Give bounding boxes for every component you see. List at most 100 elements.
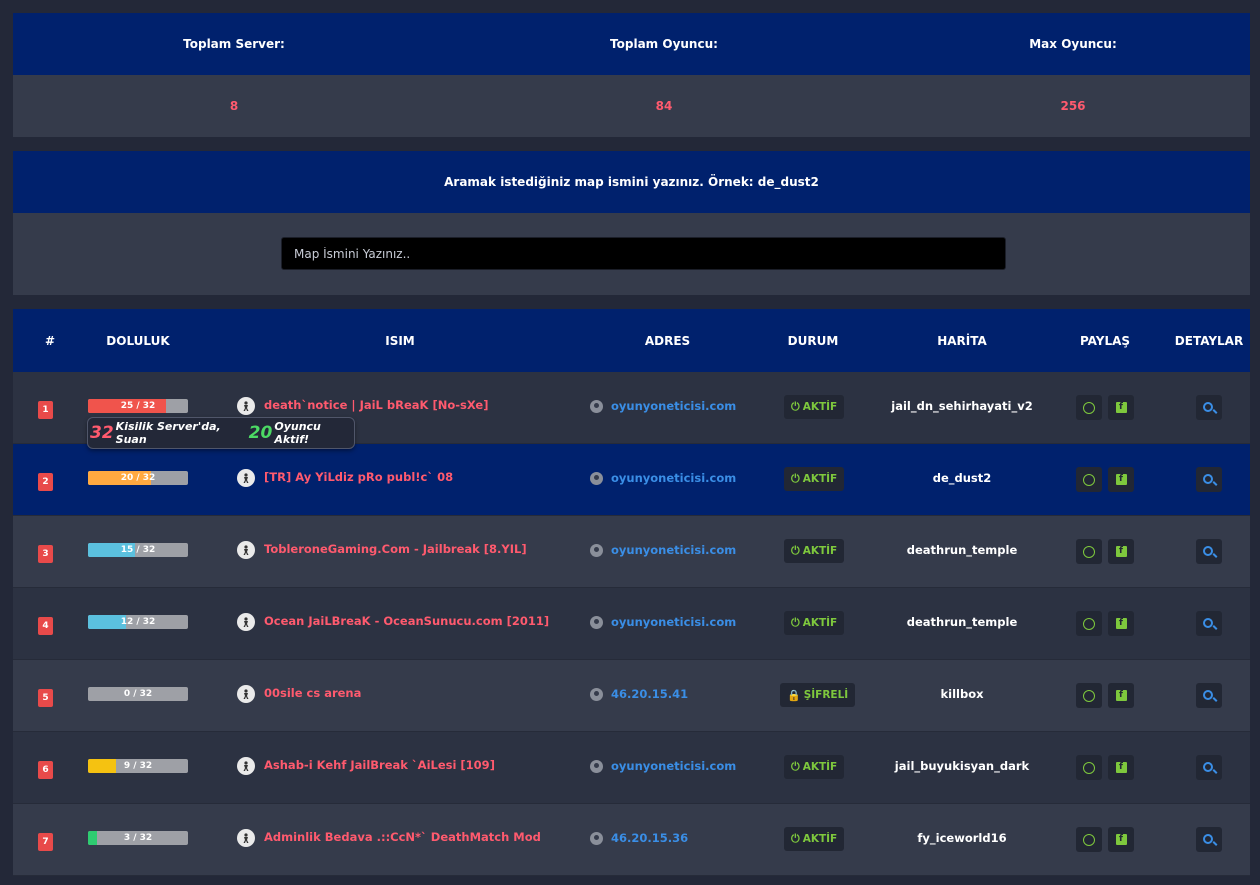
facebook-share-button[interactable]: f [1108, 683, 1134, 708]
status-badge: ⏻ AKTİF [784, 827, 845, 851]
server-address[interactable]: oyunyoneticisi.com [590, 543, 736, 557]
server-row[interactable]: 6 9 / 32 Ashab-i Kehf JailBreak `AiLesi … [13, 732, 1250, 804]
status-text: AKTİF [802, 473, 838, 485]
occupancy-text: 15 / 32 [120, 545, 156, 555]
steam-icon [590, 759, 603, 773]
whatsapp-share-button[interactable] [1076, 395, 1102, 420]
occupancy-bar: 3 / 32 [88, 831, 188, 845]
occupancy-tooltip: 32 Kisilik Server'da, Suan 20 Oyuncu Akt… [87, 417, 355, 449]
occupancy-text: 3 / 32 [123, 833, 153, 843]
server-row[interactable]: 3 15 / 32 TobleroneGaming.Com - Jailbrea… [13, 516, 1250, 588]
details-button[interactable] [1196, 827, 1222, 852]
steam-icon [590, 615, 603, 629]
cs-game-icon [237, 829, 255, 847]
search-icon [1203, 617, 1213, 628]
status-badge: ⏻ AKTİF [784, 755, 845, 779]
col-details: DETAYLAR [1174, 333, 1244, 348]
facebook-share-button[interactable]: f [1108, 539, 1134, 564]
server-address[interactable]: oyunyoneticisi.com [590, 471, 736, 485]
facebook-icon: f [1115, 402, 1127, 413]
power-icon: ⏻ [791, 400, 800, 413]
col-rank: # [44, 333, 56, 348]
map-search-input[interactable] [281, 237, 1006, 270]
status-text: ŞİFRELİ [803, 689, 849, 701]
server-address-link[interactable]: 46.20.15.36 [611, 831, 688, 845]
server-row[interactable]: 2 20 / 32 [TR] Ay YiLdiz pRo publ!c` 08 … [13, 444, 1250, 516]
whatsapp-icon [1083, 689, 1095, 702]
occupancy-text: 20 / 32 [120, 473, 156, 483]
whatsapp-share-button[interactable] [1076, 539, 1102, 564]
search-panel [13, 213, 1250, 295]
whatsapp-icon [1083, 833, 1095, 846]
cs-game-icon [237, 397, 255, 415]
details-button[interactable] [1196, 611, 1222, 636]
facebook-share-button[interactable]: f [1108, 827, 1134, 852]
power-icon: ⏻ [791, 616, 800, 629]
server-row[interactable]: 4 12 / 32 Ocean JaiLBreaK - OceanSunucu.… [13, 588, 1250, 660]
rank-badge: 4 [38, 617, 53, 635]
details-button[interactable] [1196, 467, 1222, 492]
col-address: ADRES [644, 333, 691, 348]
status-badge: 🔒 ŞİFRELİ [780, 683, 856, 707]
map-name: killbox [940, 687, 984, 701]
rank-badge: 3 [38, 545, 53, 563]
whatsapp-icon [1083, 473, 1095, 486]
server-name-link[interactable]: Ashab-i Kehf JailBreak `AiLesi [109] [264, 758, 495, 772]
status-badge: ⏻ AKTİF [784, 611, 845, 635]
col-name: ISIM [385, 333, 415, 348]
cs-game-icon [237, 613, 255, 631]
server-address-link[interactable]: oyunyoneticisi.com [611, 759, 736, 773]
server-name-link[interactable]: death`notice | JaiL bReaK [No-sXe] [264, 398, 488, 412]
search-icon [1203, 761, 1213, 772]
details-button[interactable] [1196, 539, 1222, 564]
server-address-link[interactable]: oyunyoneticisi.com [611, 471, 736, 485]
server-address[interactable]: 46.20.15.41 [590, 687, 688, 701]
server-address[interactable]: oyunyoneticisi.com [590, 615, 736, 629]
server-row[interactable]: 5 0 / 32 00sile cs arena 46.20.15.41 🔒 Ş… [13, 660, 1250, 732]
facebook-icon: f [1115, 474, 1127, 485]
tooltip-current-players: 20 [248, 423, 273, 443]
power-icon: ⏻ [791, 760, 800, 773]
server-name-link[interactable]: TobleroneGaming.Com - Jailbreak [8.YIL] [264, 542, 527, 556]
whatsapp-share-button[interactable] [1076, 467, 1102, 492]
whatsapp-share-button[interactable] [1076, 611, 1102, 636]
stat-value-max-players: 256 [1060, 99, 1086, 113]
facebook-share-button[interactable]: f [1108, 755, 1134, 780]
server-address[interactable]: oyunyoneticisi.com [590, 759, 736, 773]
server-address-link[interactable]: oyunyoneticisi.com [611, 615, 736, 629]
whatsapp-icon [1083, 617, 1095, 630]
status-badge: ⏻ AKTİF [784, 395, 845, 419]
lock-icon: 🔒 [787, 688, 801, 702]
server-address[interactable]: 46.20.15.36 [590, 831, 688, 845]
facebook-share-button[interactable]: f [1108, 467, 1134, 492]
steam-icon [590, 399, 603, 413]
facebook-icon: f [1115, 690, 1127, 701]
occupancy-bar: 25 / 32 [88, 399, 188, 413]
server-name-link[interactable]: Ocean JaiLBreaK - OceanSunucu.com [2011] [264, 614, 549, 628]
steam-icon [590, 831, 603, 845]
whatsapp-share-button[interactable] [1076, 683, 1102, 708]
server-row[interactable]: 7 3 / 32 Adminlik Bedava .::CcN*` DeathM… [13, 804, 1250, 876]
status-text: AKTİF [802, 833, 838, 845]
facebook-share-button[interactable]: f [1108, 395, 1134, 420]
facebook-icon: f [1115, 546, 1127, 557]
details-button[interactable] [1196, 683, 1222, 708]
server-address-link[interactable]: oyunyoneticisi.com [611, 543, 736, 557]
power-icon: ⏻ [791, 544, 800, 557]
stat-value-total-players: 84 [655, 99, 673, 113]
whatsapp-share-button[interactable] [1076, 827, 1102, 852]
server-address[interactable]: oyunyoneticisi.com [590, 399, 736, 413]
server-name-link[interactable]: [TR] Ay YiLdiz pRo publ!c` 08 [264, 470, 453, 484]
server-address-link[interactable]: oyunyoneticisi.com [611, 399, 736, 413]
occupancy-bar: 0 / 32 [88, 687, 188, 701]
server-name-link[interactable]: 00sile cs arena [264, 686, 361, 700]
status-text: AKTİF [802, 617, 838, 629]
details-button[interactable] [1196, 755, 1222, 780]
facebook-share-button[interactable]: f [1108, 611, 1134, 636]
map-name: jail_buyukisyan_dark [894, 759, 1030, 773]
details-button[interactable] [1196, 395, 1222, 420]
col-occupancy: DOLULUK [106, 333, 170, 348]
server-name-link[interactable]: Adminlik Bedava .::CcN*` DeathMatch Mod [264, 830, 541, 844]
server-address-link[interactable]: 46.20.15.41 [611, 687, 688, 701]
whatsapp-share-button[interactable] [1076, 755, 1102, 780]
